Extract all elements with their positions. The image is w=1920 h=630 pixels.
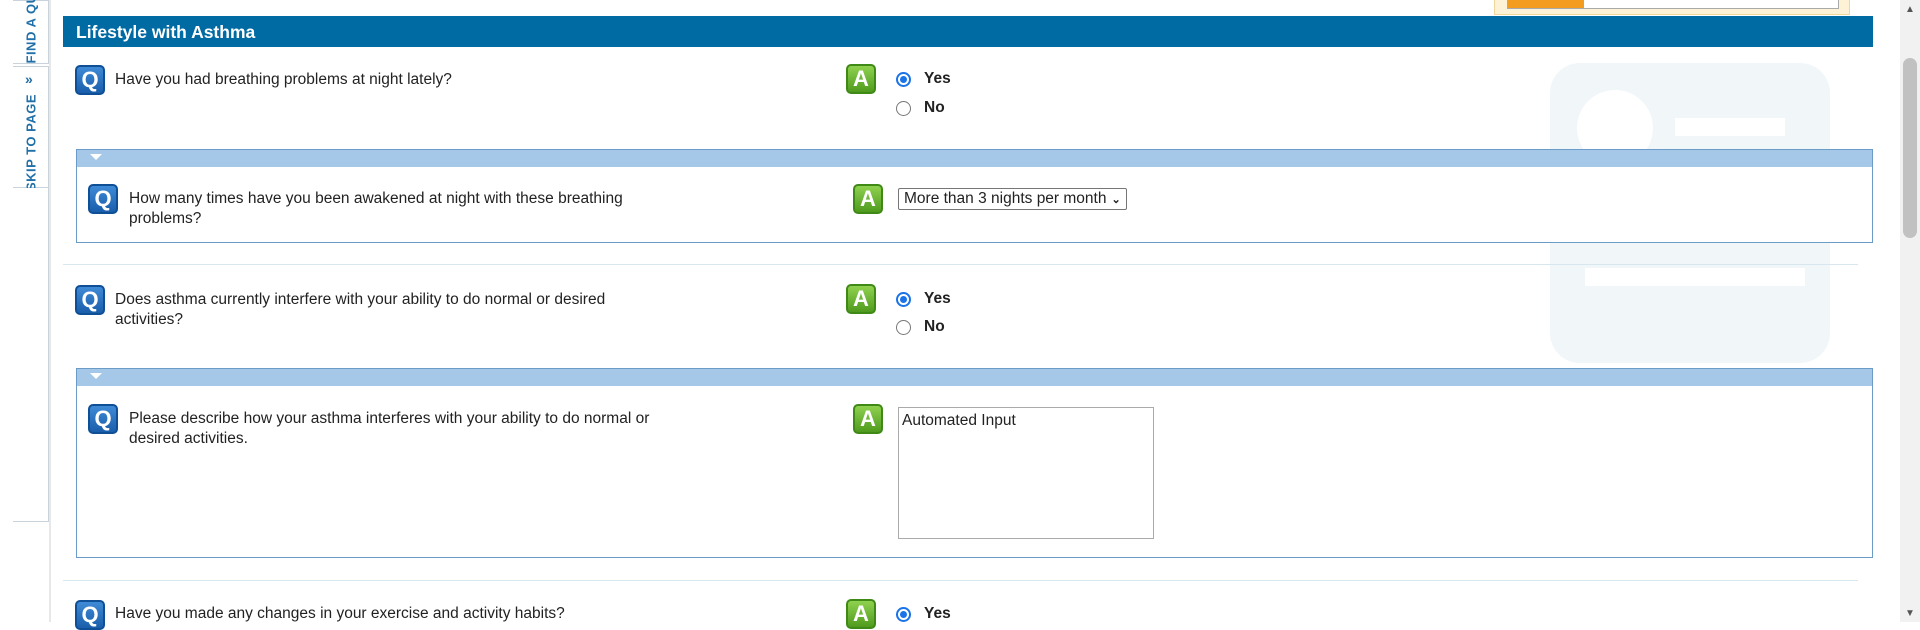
frequency-select[interactable]: More than 3 nights per month ⌄: [898, 188, 1127, 210]
question-text: Please describe how your asthma interfer…: [129, 410, 650, 447]
question-icon: Q: [88, 184, 118, 214]
answer-icon: A: [846, 284, 876, 314]
radio-label: No: [924, 99, 945, 116]
progress-panel: [1494, 0, 1850, 15]
radio-label: Yes: [924, 605, 951, 622]
find-a-question-tab[interactable]: FIND A QU: [13, 0, 49, 64]
question-text: Does asthma currently interfere with you…: [115, 291, 606, 328]
question-text: Have you made any changes in your exerci…: [115, 605, 565, 622]
radio-button[interactable]: [896, 291, 911, 307]
radio-no[interactable]: No: [896, 318, 945, 336]
question-icon: Q: [75, 285, 105, 315]
collapse-bar[interactable]: [77, 369, 1872, 386]
progress-bar: [1507, 0, 1839, 9]
radio-no[interactable]: No: [896, 99, 945, 117]
skip-tab-label: SKIP TO PAGE: [23, 93, 38, 192]
radio-button[interactable]: [896, 100, 911, 116]
question-icon: Q: [88, 404, 118, 434]
answer-icon: A: [853, 184, 883, 214]
radio-label: Yes: [924, 290, 951, 307]
radio-label: No: [924, 318, 945, 335]
question-icon: Q: [75, 65, 105, 95]
divider: [63, 264, 1858, 265]
section-title: Lifestyle with Asthma: [76, 22, 256, 42]
side-divider: [49, 0, 51, 622]
skip-to-page-tab[interactable]: » SKIP TO PAGE: [13, 66, 49, 192]
section-header: Lifestyle with Asthma: [63, 16, 1873, 47]
radio-label: Yes: [924, 70, 951, 87]
progress-fill: [1508, 0, 1584, 8]
description-textarea[interactable]: Automated Input: [898, 407, 1154, 539]
answer-icon: A: [846, 599, 876, 629]
vertical-scrollbar[interactable]: ▲ ▼: [1900, 0, 1920, 622]
side-panel: [13, 188, 49, 522]
radio-yes[interactable]: Yes: [896, 605, 951, 623]
find-tab-label: FIND A QU: [23, 0, 38, 64]
radio-button[interactable]: [896, 71, 911, 87]
scroll-thumb[interactable]: [1903, 58, 1917, 238]
select-value: More than 3 nights per month: [904, 190, 1107, 207]
divider: [63, 580, 1858, 581]
question-text: Have you had breathing problems at night…: [115, 71, 452, 88]
radio-yes[interactable]: Yes: [896, 290, 951, 308]
scroll-down-arrow-icon[interactable]: ▼: [1900, 604, 1920, 622]
triangle-down-icon: [90, 373, 102, 379]
radio-yes[interactable]: Yes: [896, 70, 951, 88]
triangle-down-icon: [90, 154, 102, 160]
answer-icon: A: [853, 404, 883, 434]
question-icon: Q: [75, 600, 105, 630]
chevron-down-icon: ⌄: [1111, 193, 1121, 206]
radio-button[interactable]: [896, 319, 911, 335]
collapse-bar[interactable]: [77, 150, 1872, 167]
question-text: How many times have you been awakened at…: [129, 190, 623, 227]
scroll-up-arrow-icon[interactable]: ▲: [1900, 0, 1920, 18]
answer-icon: A: [846, 64, 876, 94]
chevron-right-icon: »: [25, 71, 33, 87]
radio-button[interactable]: [896, 606, 911, 622]
